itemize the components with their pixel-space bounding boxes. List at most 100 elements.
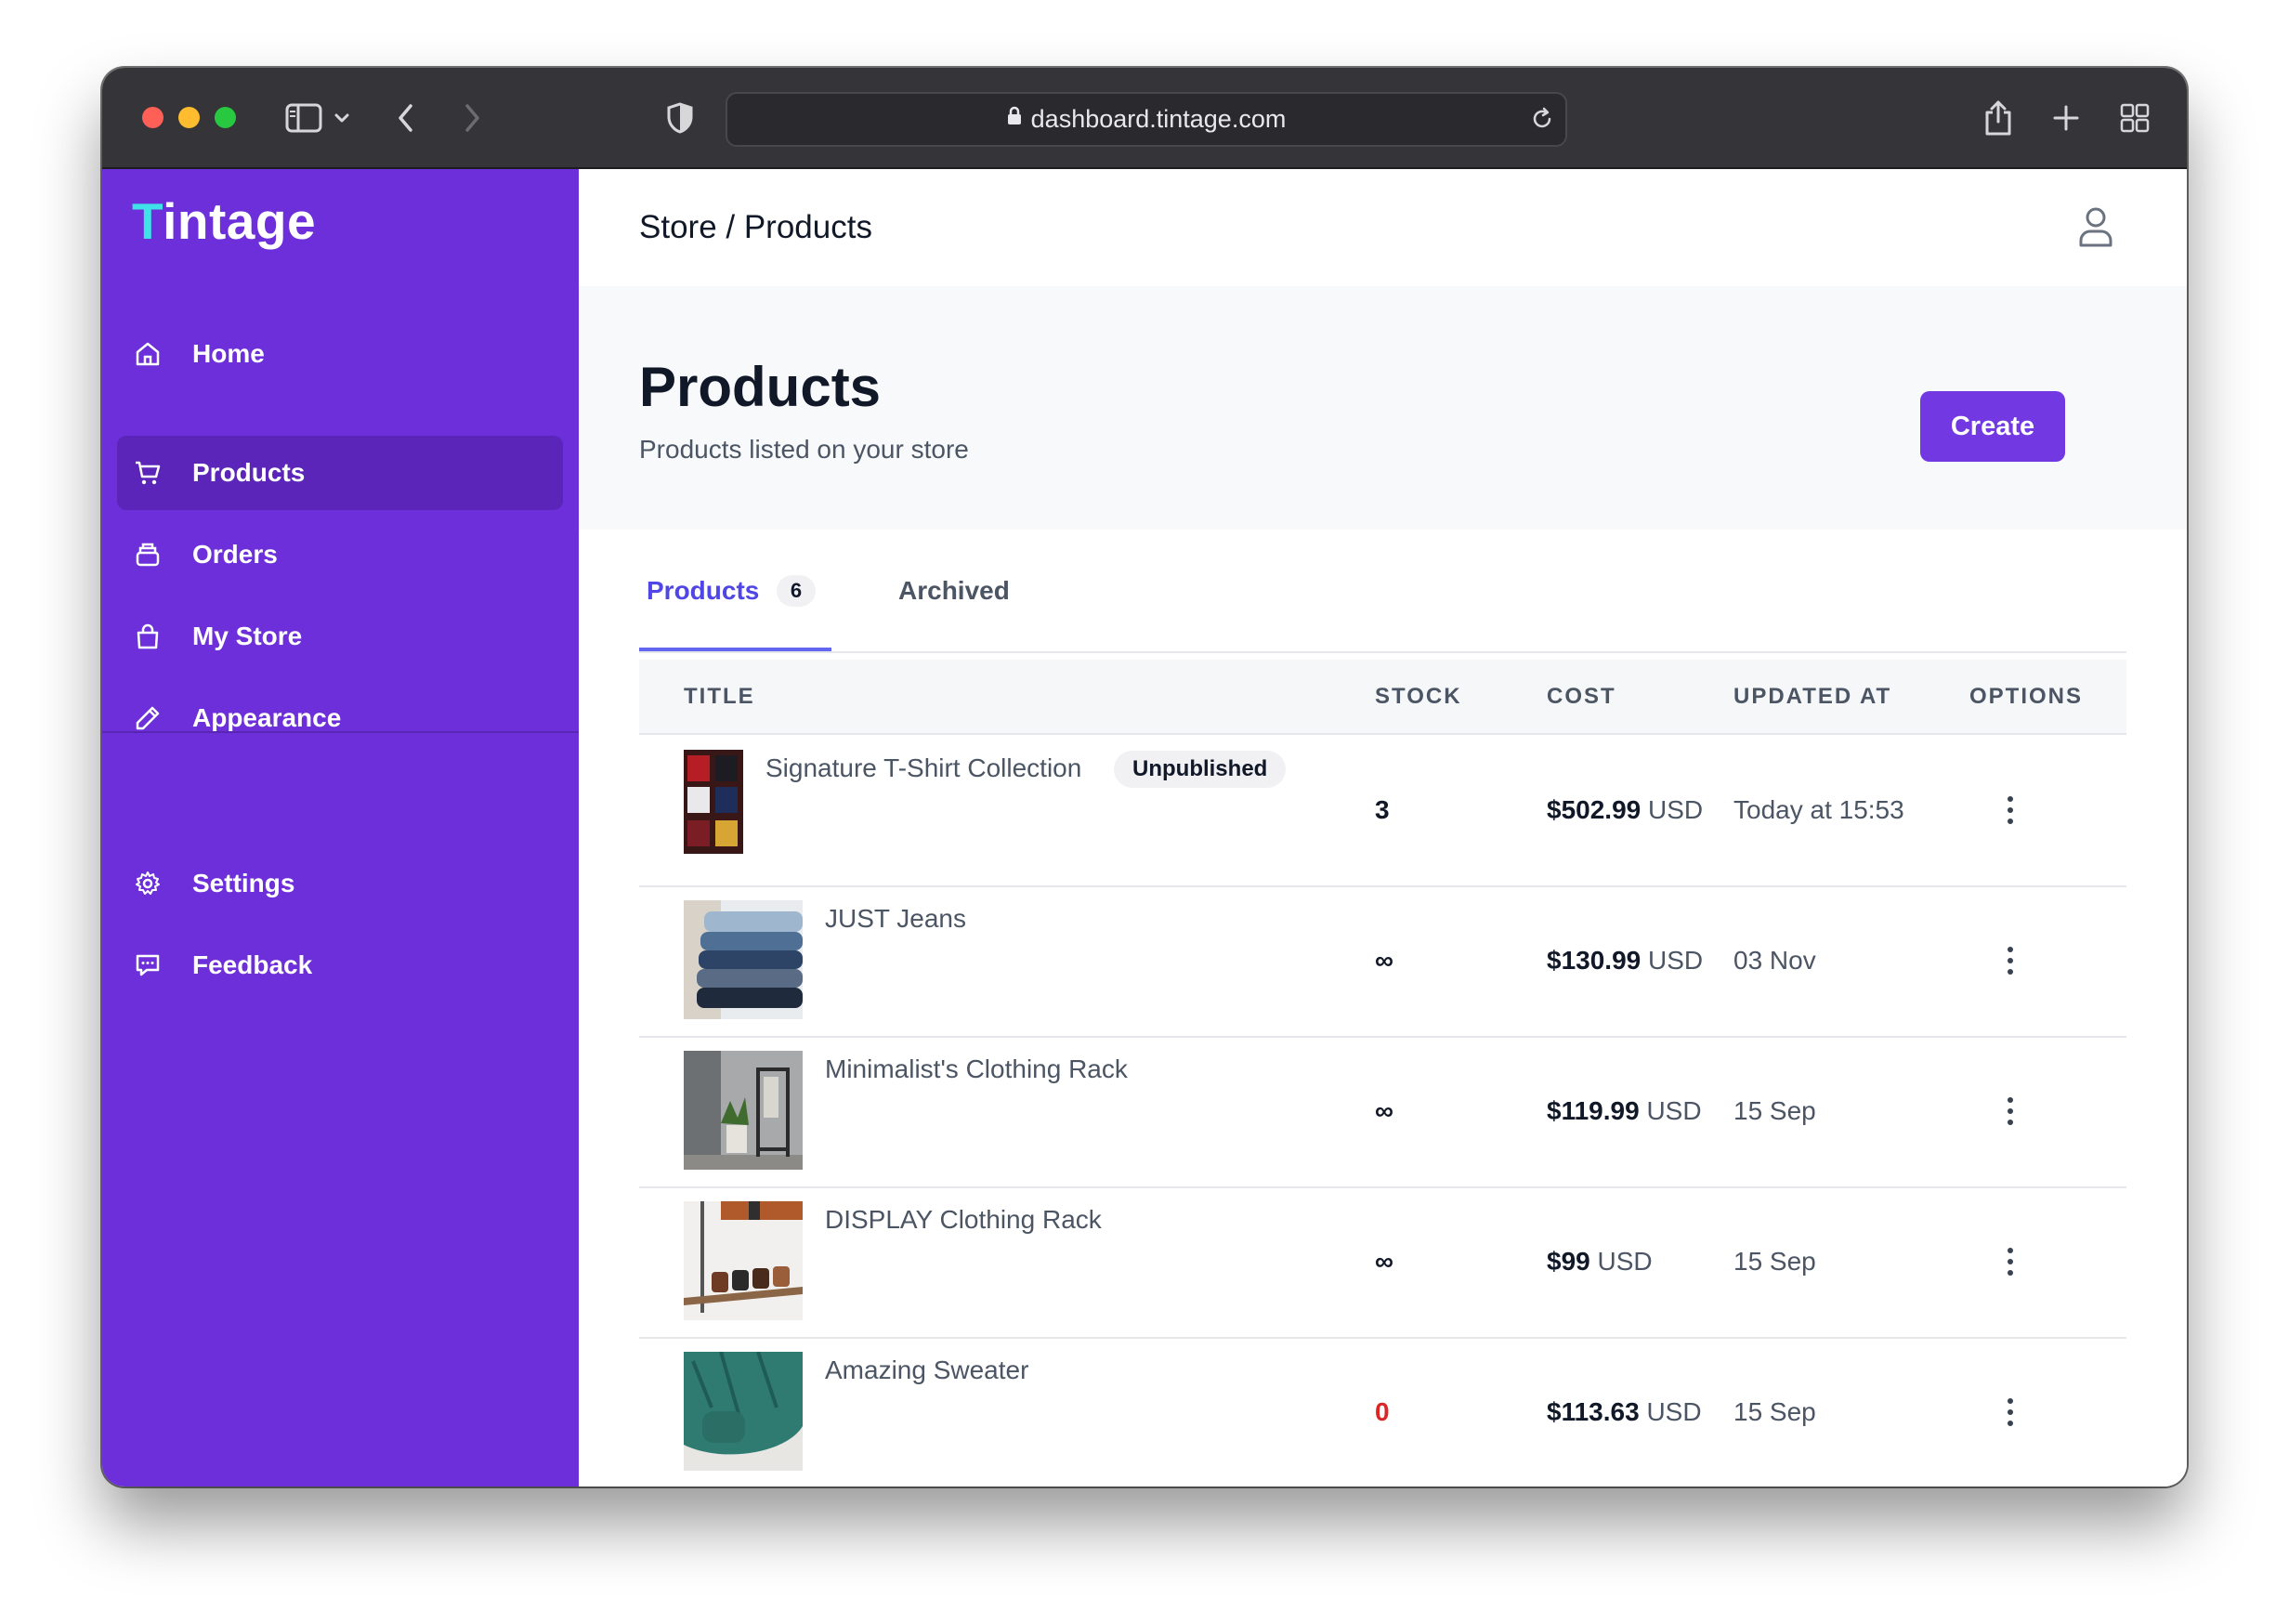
product-thumbnail[interactable] <box>684 750 743 854</box>
sidebar-item-label: Home <box>192 339 265 368</box>
gear-icon <box>134 870 162 897</box>
chevron-down-icon[interactable] <box>331 96 353 140</box>
sidebar-item-label: Settings <box>192 869 295 897</box>
create-button[interactable]: Create <box>1920 391 2065 462</box>
updated-at-value: 15 Sep <box>1733 1096 1816 1125</box>
zoom-window-button[interactable] <box>215 107 236 128</box>
cost-currency: USD <box>1646 1397 1702 1426</box>
updated-at-value: Today at 15:53 <box>1733 795 1904 824</box>
brand-first-letter: T <box>132 192 164 250</box>
user-icon[interactable] <box>2075 204 2116 249</box>
bag-icon <box>134 622 162 650</box>
breadcrumb: Store / Products <box>639 209 872 245</box>
sidebar-item-settings[interactable]: Settings <box>117 846 563 921</box>
sidebar-item-home[interactable]: Home <box>117 317 563 391</box>
stock-value: 3 <box>1375 795 1390 824</box>
column-header-title: TITLE <box>684 684 755 709</box>
sidebar-item-label: Appearance <box>192 703 342 732</box>
table-row[interactable]: DISPLAY Clothing Rack ∞ $99 USD 15 Sep <box>639 1186 2126 1339</box>
table-row[interactable]: Minimalist's Clothing Rack ∞ $119.99 USD… <box>639 1036 2126 1188</box>
reload-icon[interactable] <box>1528 105 1556 133</box>
column-header-updated-at: UPDATED AT <box>1733 684 1892 709</box>
table-row[interactable]: JUST Jeans ∞ $130.99 USD 03 Nov <box>639 885 2126 1038</box>
forward-icon[interactable] <box>450 96 494 140</box>
stock-value: 0 <box>1375 1397 1390 1426</box>
options-menu-icon[interactable] <box>1994 942 2027 979</box>
column-header-cost: COST <box>1547 684 1616 709</box>
stock-value: ∞ <box>1375 1247 1393 1276</box>
cost-value: $113.63 USD <box>1547 1337 1702 1486</box>
brand-logo[interactable]: Tintage <box>132 191 316 251</box>
options-menu-icon[interactable] <box>1994 1243 2027 1280</box>
privacy-shield-icon[interactable] <box>658 96 702 140</box>
cost-currency: USD <box>1648 946 1704 975</box>
cost-currency: USD <box>1597 1247 1653 1276</box>
cost-amount: $99 <box>1547 1247 1590 1276</box>
lock-icon <box>1007 92 1022 143</box>
close-window-button[interactable] <box>142 107 164 128</box>
sidebar-toggle-icon[interactable] <box>281 96 326 140</box>
share-icon[interactable] <box>1976 96 2021 140</box>
new-tab-icon[interactable] <box>2044 96 2088 140</box>
sidebar-item-orders[interactable]: Orders <box>117 517 563 592</box>
sidebar-item-appearance[interactable]: Appearance <box>117 681 563 755</box>
product-thumbnail[interactable] <box>684 1351 803 1471</box>
browser-window: dashboard.tintage.com Tintage Home Produ… <box>102 68 2187 1486</box>
pencil-icon <box>134 704 162 732</box>
product-title[interactable]: Signature T-Shirt Collection <box>765 753 1081 783</box>
url-text: dashboard.tintage.com <box>1030 105 1287 133</box>
sidebar-item-my-store[interactable]: My Store <box>117 599 563 674</box>
sidebar-item-label: Products <box>192 458 306 487</box>
stock-value: ∞ <box>1375 1096 1393 1125</box>
product-title[interactable]: JUST Jeans <box>825 904 966 934</box>
product-title[interactable]: Amazing Sweater <box>825 1356 1028 1385</box>
sidebar-item-label: Feedback <box>192 950 313 979</box>
updated-at-value: 15 Sep <box>1733 1397 1816 1426</box>
product-thumbnail[interactable] <box>684 900 803 1019</box>
product-thumbnail[interactable] <box>684 1201 803 1320</box>
cost-amount: $502.99 <box>1547 795 1642 824</box>
sidebar-item-label: My Store <box>192 622 303 650</box>
page-subtitle: Products listed on your store <box>639 435 969 464</box>
sidebar-item-feedback[interactable]: Feedback <box>117 928 563 1002</box>
sidebar-divider <box>102 731 579 733</box>
cost-value: $99 USD <box>1547 1186 1653 1337</box>
cost-value: $119.99 USD <box>1547 1036 1702 1186</box>
options-menu-icon[interactable] <box>1994 1093 2027 1130</box>
options-menu-icon[interactable] <box>1994 1394 2027 1431</box>
home-icon <box>134 340 162 368</box>
cost-currency: USD <box>1648 795 1704 824</box>
address-bar[interactable]: dashboard.tintage.com <box>726 92 1567 147</box>
browser-toolbar: dashboard.tintage.com <box>102 68 2187 169</box>
product-title[interactable]: DISPLAY Clothing Rack <box>825 1205 1102 1235</box>
options-menu-icon[interactable] <box>1994 792 2027 829</box>
column-header-options: OPTIONS <box>1969 684 2084 709</box>
stock-value: ∞ <box>1375 946 1393 975</box>
orders-icon <box>134 541 162 569</box>
products-count-badge: 6 <box>777 575 816 607</box>
product-thumbnail[interactable] <box>684 1051 803 1170</box>
tab-archived[interactable]: Archived <box>898 530 1010 651</box>
table-row[interactable]: Amazing Sweater 0 $113.63 USD 15 Sep <box>639 1337 2126 1486</box>
updated-at-value: 03 Nov <box>1733 946 1816 975</box>
product-title[interactable]: Minimalist's Clothing Rack <box>825 1054 1128 1084</box>
tab-products[interactable]: Products <box>647 530 759 651</box>
table-row[interactable]: Signature T-Shirt Collection Unpublished… <box>639 735 2126 887</box>
top-bar: Store / Products <box>579 169 2187 286</box>
sidebar-item-products[interactable]: Products <box>117 436 563 510</box>
active-tab-indicator <box>639 648 831 651</box>
page-header: Products Products listed on your store C… <box>579 286 2187 530</box>
back-icon[interactable] <box>384 96 428 140</box>
tab-products-label: Products <box>647 576 760 605</box>
main-content: Store / Products Products Products liste… <box>579 169 2187 1486</box>
cost-currency: USD <box>1646 1096 1702 1125</box>
status-badge: Unpublished <box>1114 751 1287 788</box>
column-header-stock: STOCK <box>1375 684 1462 709</box>
table-header: TITLE STOCK COST UPDATED AT OPTIONS <box>639 660 2126 735</box>
updated-at-value: 15 Sep <box>1733 1247 1816 1276</box>
minimize-window-button[interactable] <box>178 107 200 128</box>
sidebar-item-label: Orders <box>192 540 278 569</box>
cost-amount: $130.99 <box>1547 946 1642 975</box>
tab-overview-icon[interactable] <box>2112 96 2157 140</box>
tabs: Products 6 Archived <box>639 530 2126 653</box>
